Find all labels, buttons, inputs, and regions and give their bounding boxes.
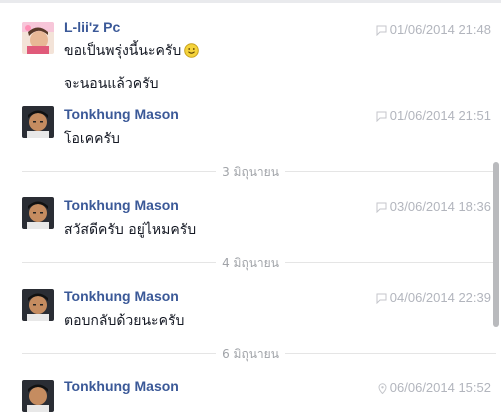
scrollbar-thumb[interactable] bbox=[493, 162, 499, 327]
message-timestamp: 06/06/2014 15:52 bbox=[378, 380, 491, 395]
avatar[interactable] bbox=[22, 289, 54, 321]
message-text: ตอบกลับด้วยนะครับ bbox=[64, 313, 185, 329]
location-pin-icon bbox=[378, 383, 387, 395]
chat-bubble-icon bbox=[376, 25, 387, 37]
message-timestamp: 01/06/2014 21:51 bbox=[376, 108, 491, 123]
chat-bubble-icon bbox=[376, 111, 387, 123]
sender-name[interactable]: Tonkhung Mason bbox=[64, 378, 179, 394]
date-separator-label: 3 มิถุนายน bbox=[216, 165, 285, 179]
sender-name[interactable]: Tonkhung Mason bbox=[64, 197, 179, 213]
avatar[interactable] bbox=[22, 380, 54, 412]
chat-bubble-icon bbox=[376, 202, 387, 214]
avatar[interactable] bbox=[22, 22, 54, 54]
message-text: ขอเป็นพรุ่งนี้นะครับ bbox=[64, 40, 200, 62]
timestamp-text: 04/06/2014 22:39 bbox=[389, 290, 491, 305]
date-separator: 4 มิถุนายน bbox=[0, 254, 501, 273]
message-text: จะนอนแล้วครับ bbox=[64, 76, 159, 92]
avatar[interactable] bbox=[22, 197, 54, 229]
message-text: โอเคครับ bbox=[64, 131, 120, 147]
sender-name[interactable]: Tonkhung Mason bbox=[64, 106, 179, 122]
timestamp-text: 01/06/2014 21:48 bbox=[389, 22, 491, 37]
sender-name[interactable]: Tonkhung Mason bbox=[64, 288, 179, 304]
timestamp-text: 01/06/2014 21:51 bbox=[389, 108, 491, 123]
message-text: สวัสดีครับ อยู่ไหมครับ bbox=[64, 222, 197, 238]
date-separator: 6 มิถุนายน bbox=[0, 345, 501, 364]
timestamp-text: 03/06/2014 18:36 bbox=[389, 199, 491, 214]
date-separator: 3 มิถุนายน bbox=[0, 163, 501, 182]
date-separator-label: 6 มิถุนายน bbox=[216, 347, 285, 361]
message-timestamp: 04/06/2014 22:39 bbox=[376, 290, 491, 305]
sender-name[interactable]: L-lii'z Pc bbox=[64, 19, 120, 35]
message-timestamp: 03/06/2014 18:36 bbox=[376, 199, 491, 214]
avatar[interactable] bbox=[22, 106, 54, 138]
date-separator-label: 4 มิถุนายน bbox=[216, 256, 285, 270]
top-border bbox=[0, 0, 501, 3]
message-timestamp: 01/06/2014 21:48 bbox=[376, 22, 491, 37]
smiley-icon bbox=[184, 43, 200, 58]
message-line: ขอเป็นพรุ่งนี้นะครับ bbox=[64, 43, 182, 59]
chat-bubble-icon bbox=[376, 293, 387, 305]
timestamp-text: 06/06/2014 15:52 bbox=[389, 380, 491, 395]
